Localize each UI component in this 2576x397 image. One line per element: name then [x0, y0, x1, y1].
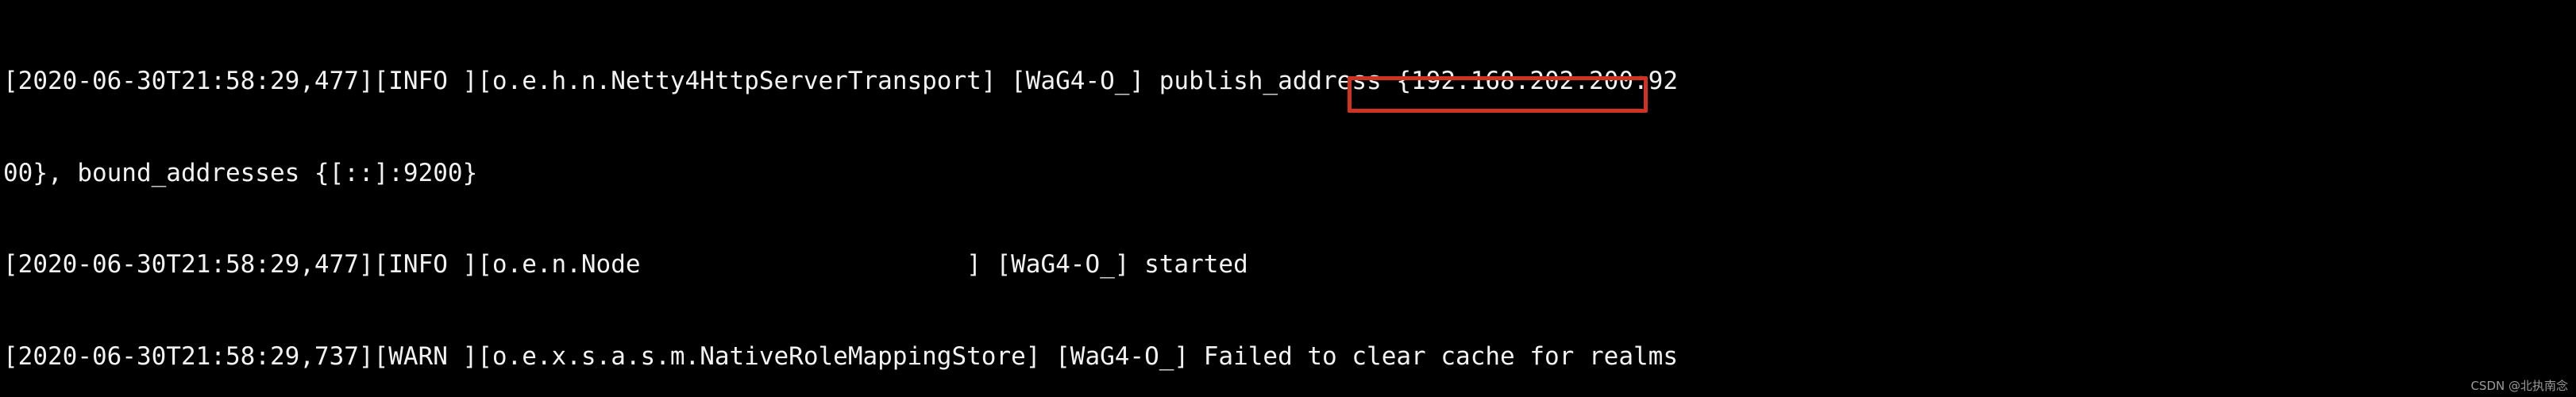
log-line: 00}, bound_addresses {[::]:9200}: [3, 158, 478, 187]
watermark-label: CSDN @北执南念: [2470, 379, 2568, 393]
log-line: [2020-06-30T21:58:29,737][WARN ][o.e.x.s…: [3, 341, 1678, 371]
terminal-window: [2020-06-30T21:58:29,477][INFO ][o.e.h.n…: [0, 0, 2576, 397]
log-output: [2020-06-30T21:58:29,477][INFO ][o.e.h.n…: [0, 0, 1796, 397]
log-line: [2020-06-30T21:58:29,477][INFO ][o.e.n.N…: [3, 250, 1248, 279]
log-line: [2020-06-30T21:58:29,477][INFO ][o.e.h.n…: [3, 67, 1678, 95]
